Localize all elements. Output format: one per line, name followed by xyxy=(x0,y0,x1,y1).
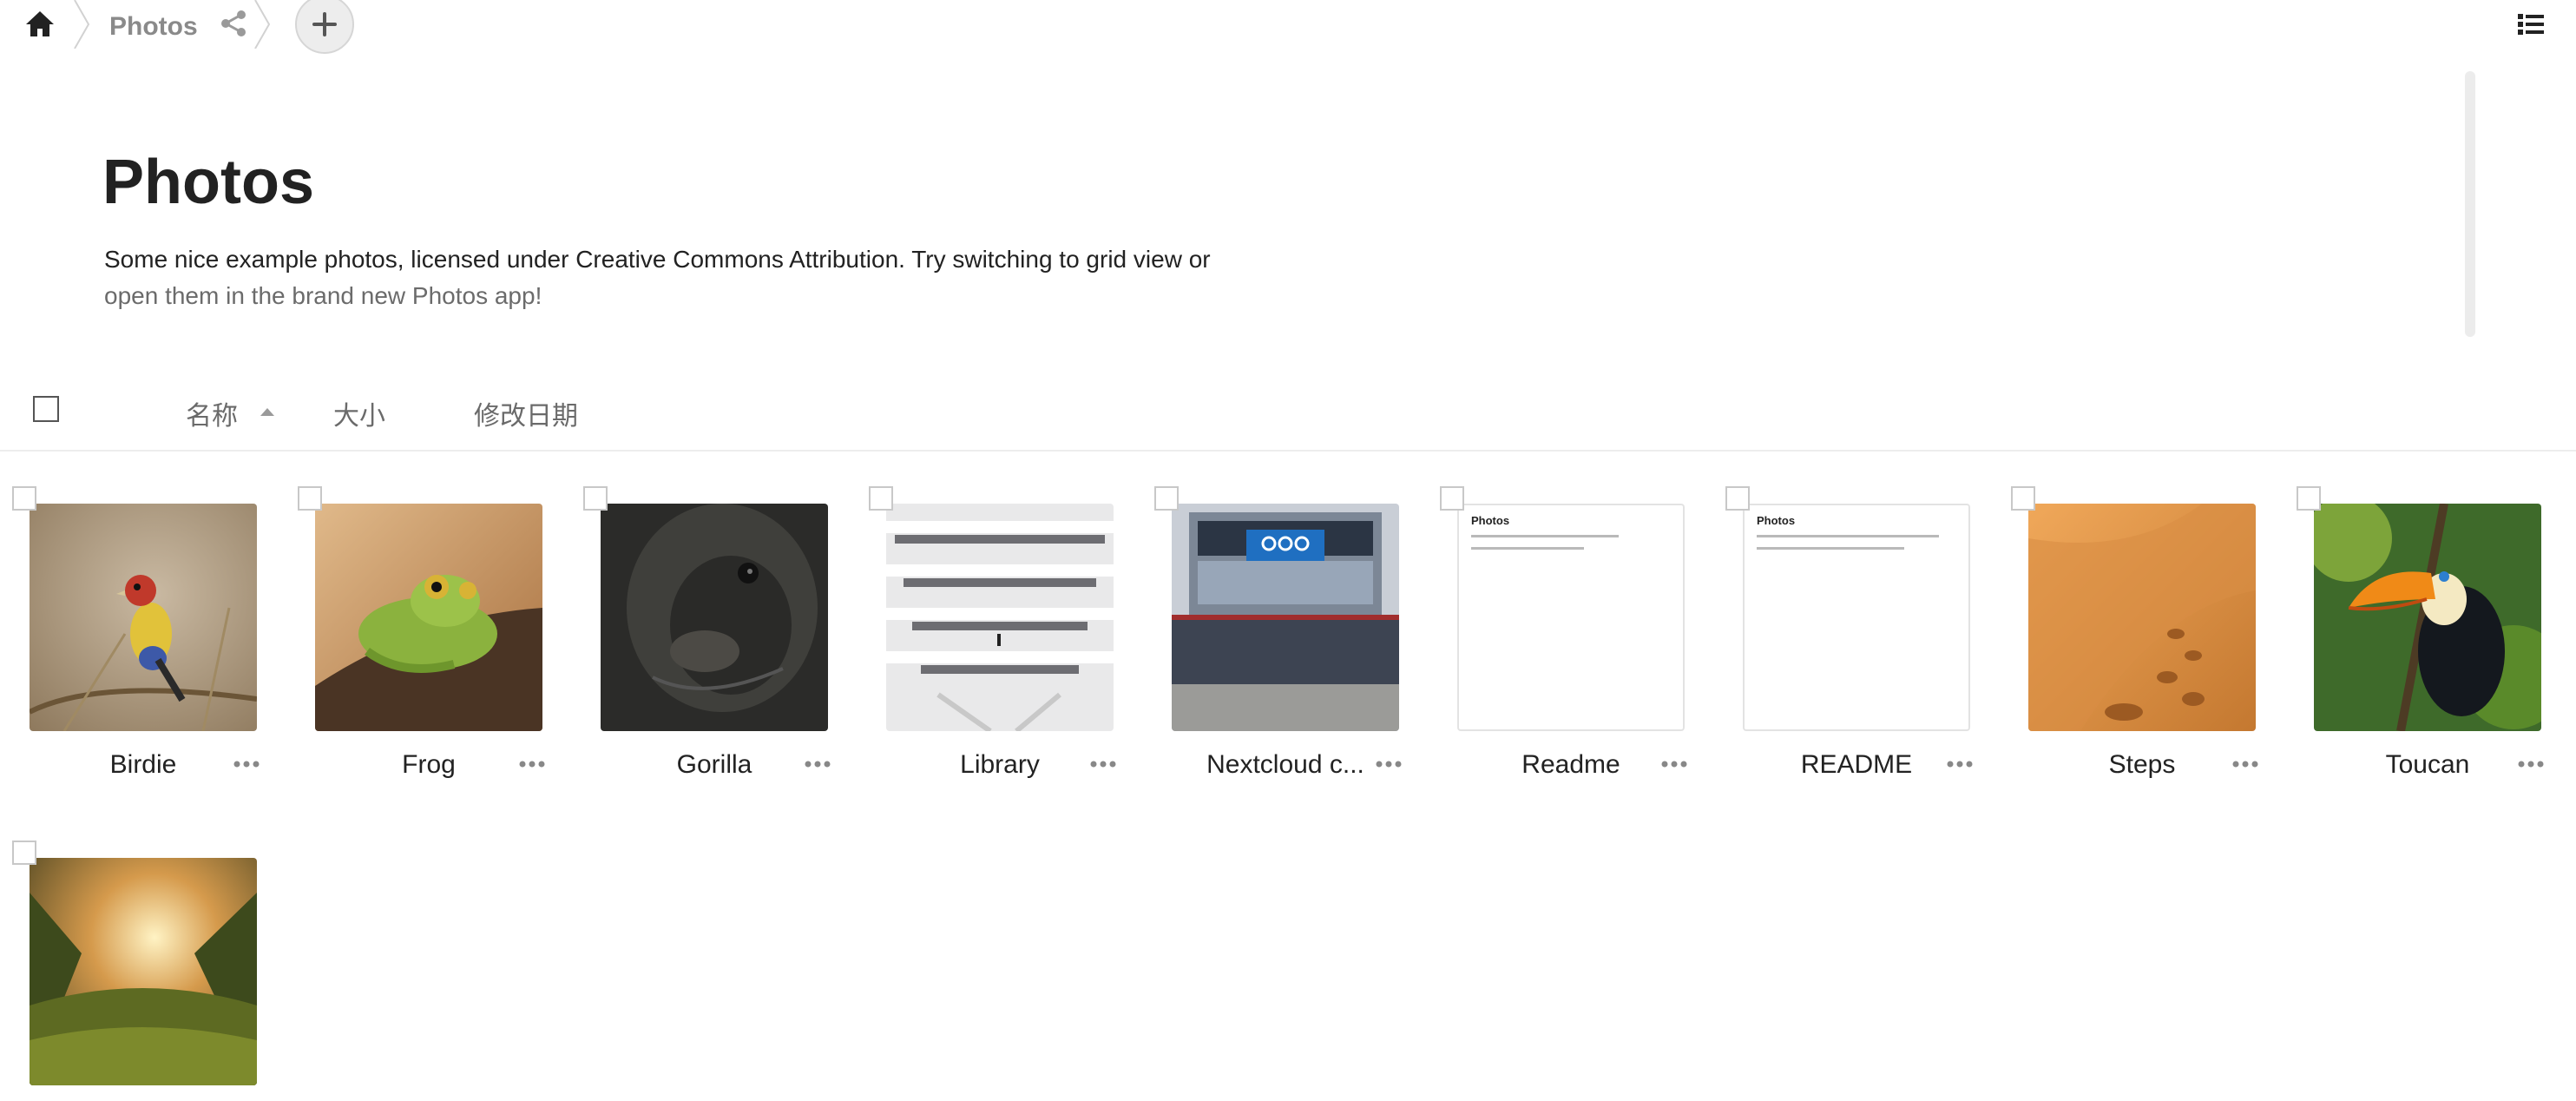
file-checkbox[interactable] xyxy=(12,841,36,865)
file-thumbnail[interactable] xyxy=(601,504,828,731)
file-tile[interactable]: Gorilla xyxy=(583,486,887,834)
sort-ascending-icon xyxy=(260,408,274,416)
more-horizontal-icon[interactable] xyxy=(2514,748,2548,780)
file-tile[interactable]: Library xyxy=(869,486,1173,834)
file-name[interactable]: Gorilla xyxy=(601,750,828,780)
column-modified[interactable]: 修改日期 xyxy=(474,394,578,432)
more-horizontal-icon[interactable] xyxy=(1086,748,1120,780)
file-thumbnail[interactable]: Photos xyxy=(1743,504,1970,731)
file-thumbnail[interactable] xyxy=(30,858,257,1085)
home-icon[interactable] xyxy=(24,9,56,40)
readme-preview-title: Photos xyxy=(1757,514,1796,527)
file-thumbnail[interactable] xyxy=(2314,504,2541,731)
column-size[interactable]: 大小 xyxy=(333,394,385,432)
column-name[interactable]: 名称 xyxy=(186,394,238,432)
file-name[interactable]: Nextcloud c... xyxy=(1172,750,1399,780)
file-tile[interactable] xyxy=(12,841,316,1101)
more-horizontal-icon[interactable] xyxy=(2228,748,2263,780)
more-horizontal-icon[interactable] xyxy=(800,748,835,780)
file-tile[interactable]: Nextcloud c... xyxy=(1154,486,1458,834)
file-tile[interactable]: Frog xyxy=(298,486,601,834)
description-scrollbar[interactable] xyxy=(2465,71,2475,337)
readme-preview-title: Photos xyxy=(1471,514,1510,527)
breadcrumb-separator xyxy=(254,0,271,49)
more-horizontal-icon[interactable] xyxy=(229,748,264,780)
file-thumbnail[interactable] xyxy=(886,504,1114,731)
file-thumbnail[interactable] xyxy=(2028,504,2256,731)
file-checkbox[interactable] xyxy=(869,486,893,511)
file-checkbox[interactable] xyxy=(298,486,322,511)
folder-description: Some nice example photos, licensed under… xyxy=(104,241,1319,314)
file-thumbnail[interactable] xyxy=(30,504,257,731)
breadcrumb-photos[interactable]: Photos xyxy=(109,12,198,42)
file-tile[interactable]: Birdie xyxy=(12,486,316,834)
top-bar: Photos xyxy=(0,0,2576,56)
file-tile[interactable]: Toucan xyxy=(2297,486,2576,834)
list-view-icon[interactable] xyxy=(2515,9,2546,40)
file-name[interactable]: README xyxy=(1743,750,1970,780)
file-thumbnail[interactable] xyxy=(1172,504,1399,731)
file-name[interactable]: Library xyxy=(886,750,1114,780)
file-checkbox[interactable] xyxy=(12,486,36,511)
file-thumbnail[interactable]: Photos xyxy=(1457,504,1685,731)
file-name[interactable]: Steps xyxy=(2028,750,2256,780)
more-horizontal-icon[interactable] xyxy=(1371,748,1406,780)
file-list-header: 名称 大小 修改日期 xyxy=(0,373,2576,452)
file-checkbox[interactable] xyxy=(2297,486,2321,511)
file-checkbox[interactable] xyxy=(583,486,608,511)
file-checkbox[interactable] xyxy=(1725,486,1750,511)
breadcrumb-separator xyxy=(74,0,90,49)
file-name[interactable]: Readme xyxy=(1457,750,1685,780)
more-horizontal-icon[interactable] xyxy=(1942,748,1977,780)
select-all-checkbox[interactable] xyxy=(33,396,59,422)
file-tile[interactable]: Steps xyxy=(2011,486,2315,834)
share-icon[interactable] xyxy=(219,9,248,38)
file-checkbox[interactable] xyxy=(1440,486,1464,511)
file-tile[interactable]: Photos README xyxy=(1725,486,2029,834)
file-tile[interactable]: Photos Readme xyxy=(1440,486,1744,834)
file-thumbnail[interactable] xyxy=(315,504,542,731)
description-line-2: open them in the brand new Photos app! xyxy=(104,282,542,309)
new-file-button[interactable] xyxy=(295,0,354,54)
file-name[interactable]: Birdie xyxy=(30,750,257,780)
more-horizontal-icon[interactable] xyxy=(1657,748,1692,780)
file-checkbox[interactable] xyxy=(1154,486,1179,511)
file-name[interactable]: Toucan xyxy=(2314,750,2541,780)
plus-icon xyxy=(312,12,337,36)
description-line-1: Some nice example photos, licensed under… xyxy=(104,246,1211,273)
more-horizontal-icon[interactable] xyxy=(515,748,549,780)
page-title: Photos xyxy=(102,148,314,217)
file-checkbox[interactable] xyxy=(2011,486,2035,511)
file-name[interactable]: Frog xyxy=(315,750,542,780)
